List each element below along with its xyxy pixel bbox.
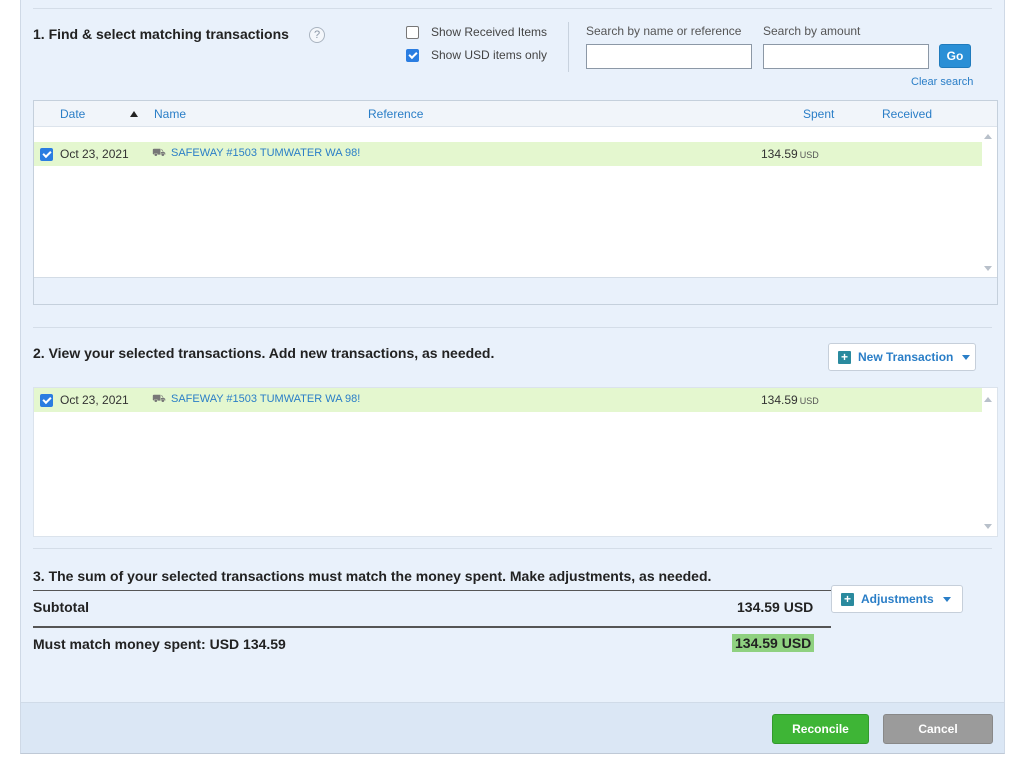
chevron-down-icon [962, 354, 971, 360]
grid-header: Date Name Reference Spent Received [34, 101, 997, 127]
card-transaction-icon: ⛟ [152, 147, 166, 159]
search-name-label: Search by name or reference [586, 24, 742, 38]
cancel-button[interactable]: Cancel [883, 714, 993, 744]
show-usd-checkbox[interactable] [406, 48, 419, 62]
clear-search-link[interactable]: Clear search [911, 76, 973, 88]
section-divider [33, 327, 992, 328]
section2-title: 2. View your selected transactions. Add … [33, 345, 495, 361]
column-spent[interactable]: Spent [803, 107, 834, 121]
row-date: Oct 23, 2021 [60, 393, 129, 407]
plus-icon: + [841, 592, 854, 606]
chevron-down-icon [942, 596, 951, 602]
show-received-toggle[interactable]: Show Received Items [406, 25, 547, 39]
show-received-checkbox[interactable] [406, 25, 419, 39]
scroll-up-icon[interactable] [984, 134, 992, 139]
search-amount-input[interactable] [763, 44, 929, 69]
show-usd-toggle[interactable]: Show USD items only [406, 48, 547, 62]
subtotal-value: 134.59 USD [737, 599, 814, 615]
show-usd-label: Show USD items only [431, 48, 548, 62]
scroll-down-icon[interactable] [984, 524, 992, 529]
go-button[interactable]: Go [939, 44, 971, 68]
matching-transactions-grid: Date Name Reference Spent Received Oct 2… [33, 100, 998, 305]
row-checkbox[interactable] [40, 148, 53, 161]
must-match-label: Must match money spent: USD 134.59 [33, 636, 286, 652]
search-amount-label: Search by amount [763, 24, 861, 38]
selected-transactions-grid: Oct 23, 2021 ⛟ SAFEWAY #1503 TUMWATER WA… [33, 387, 998, 537]
show-received-label: Show Received Items [431, 25, 548, 39]
row-date: Oct 23, 2021 [60, 147, 129, 161]
row-name[interactable]: SAFEWAY #1503 TUMWATER WA 98! [171, 147, 360, 159]
summary-double-rule [33, 626, 831, 628]
section-divider [33, 548, 992, 549]
table-row[interactable]: Oct 23, 2021 ⛟ SAFEWAY #1503 TUMWATER WA… [34, 142, 982, 166]
card-transaction-icon: ⛟ [152, 393, 166, 405]
row-spent-currency: USD [799, 150, 819, 160]
column-reference[interactable]: Reference [368, 107, 423, 121]
help-icon[interactable]: ? [309, 27, 325, 43]
row-name[interactable]: SAFEWAY #1503 TUMWATER WA 98! [171, 393, 360, 405]
row-spent: 134.59 USD [761, 147, 819, 161]
section1-title: 1. Find & select matching transactions [33, 26, 289, 42]
plus-icon: + [838, 350, 851, 364]
scroll-up-icon[interactable] [984, 397, 992, 402]
row-spent: 134.59 USD [761, 393, 819, 407]
column-received[interactable]: Received [882, 107, 932, 121]
row-spent-currency: USD [799, 396, 819, 406]
adjustments-button[interactable]: + Adjustments [831, 585, 963, 613]
section3-title: 3. The sum of your selected transactions… [33, 568, 712, 584]
adjustments-label: Adjustments [861, 592, 934, 606]
new-transaction-button[interactable]: + New Transaction [828, 343, 976, 371]
search-separator [568, 22, 569, 72]
top-divider [33, 8, 992, 9]
scroll-down-icon[interactable] [984, 266, 992, 271]
dialog-footer: Reconcile Cancel [21, 702, 1004, 753]
row-checkbox[interactable] [40, 394, 53, 407]
table-row[interactable]: Oct 23, 2021 ⛟ SAFEWAY #1503 TUMWATER WA… [34, 388, 982, 412]
summary-rule [33, 590, 831, 591]
subtotal-label: Subtotal [33, 599, 89, 615]
sort-ascending-icon[interactable] [130, 111, 138, 117]
column-date[interactable]: Date [60, 107, 85, 121]
search-name-input[interactable] [586, 44, 752, 69]
row-spent-amount: 134.59 [761, 147, 798, 161]
grid-footer [34, 277, 997, 304]
must-match-value: 134.59 USD [732, 634, 815, 652]
reconcile-button[interactable]: Reconcile [772, 714, 869, 744]
new-transaction-label: New Transaction [858, 350, 954, 364]
row-spent-amount: 134.59 [761, 393, 798, 407]
column-name[interactable]: Name [154, 107, 186, 121]
reconcile-panel: 1. Find & select matching transactions ?… [20, 0, 1005, 754]
